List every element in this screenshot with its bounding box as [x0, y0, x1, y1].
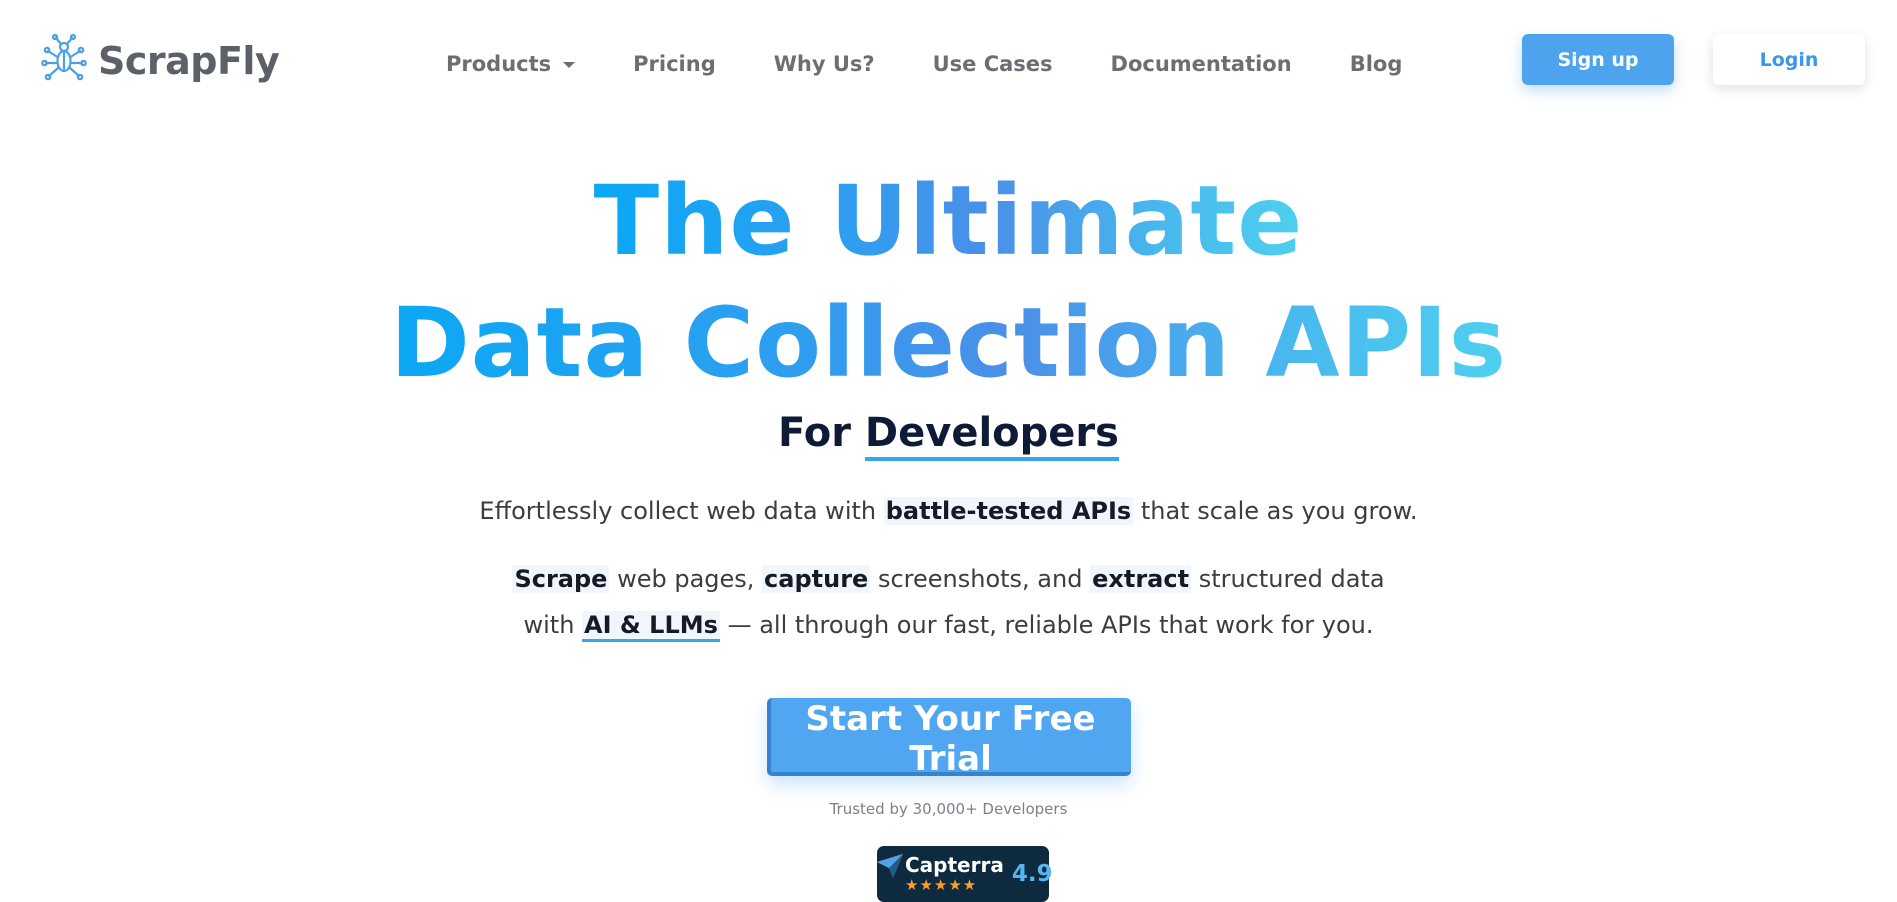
start-free-trial-button[interactable]: Start Your Free Trial — [766, 698, 1131, 779]
nav-item-label: Why Us? — [773, 52, 875, 76]
hero-headline: The Ultimate Data Collection APIs — [0, 160, 1897, 404]
hero-description-2: Scrape web pages, capture screenshots, a… — [0, 556, 1897, 648]
nav-item-label: Products — [446, 52, 552, 76]
desc2-capture: capture — [762, 565, 871, 593]
logo-link[interactable]: ScrapFly — [38, 33, 280, 89]
login-button[interactable]: Login — [1713, 34, 1865, 85]
capterra-score: 4.9 — [1011, 861, 1053, 887]
headline-line-1: The Ultimate — [594, 160, 1304, 282]
nav-item-label: Use Cases — [932, 52, 1053, 76]
headline-line-2: Data Collection APIs — [390, 282, 1507, 404]
scrapfly-bug-icon — [38, 33, 90, 89]
nav-item-products[interactable]: Products — [446, 52, 576, 76]
desc2-text-5: — all through our fast, reliable APIs th… — [719, 611, 1374, 639]
hero-subheading: For Developers — [0, 410, 1897, 461]
capterra-stars-icon: ★★★★★ — [905, 876, 978, 894]
capterra-label-group: Capterra ★★★★★ — [905, 854, 1004, 894]
desc2-text-4: with — [523, 611, 583, 639]
nav-item-blog[interactable]: Blog — [1350, 52, 1403, 76]
desc1-after: that scale as you grow. — [1133, 497, 1418, 525]
subhead-prefix: For — [778, 410, 851, 456]
capterra-arrow-icon — [875, 852, 905, 884]
nav-item-label: Pricing — [633, 52, 716, 76]
nav-item-documentation[interactable]: Documentation — [1111, 52, 1292, 76]
desc2-scrape: Scrape — [512, 565, 610, 593]
desc1-before: Effortlessly collect web data with — [479, 497, 884, 525]
nav-item-use-cases[interactable]: Use Cases — [933, 52, 1053, 76]
nav-item-why-us[interactable]: Why Us? — [774, 52, 875, 76]
desc2-text-2: screenshots, and — [870, 565, 1091, 593]
desc2-text-3: structured data — [1191, 565, 1385, 593]
nav-item-label: Blog — [1349, 52, 1403, 76]
signup-button[interactable]: Sign up — [1522, 34, 1674, 85]
caret-down-icon — [563, 62, 576, 68]
hero-description-1: Effortlessly collect web data with battl… — [0, 488, 1897, 534]
trusted-by-text: Trusted by 30,000+ Developers — [829, 800, 1068, 818]
subhead-highlight: Developers — [864, 410, 1119, 461]
header: ScrapFly Products Pricing Why Us? Use Ca… — [0, 0, 1897, 120]
desc1-bold: battle-tested APIs — [883, 497, 1134, 525]
main-nav: Products Pricing Why Us? Use Cases Docum… — [446, 44, 1402, 84]
capterra-rating-badge[interactable]: Capterra ★★★★★ 4.9 — [875, 846, 1053, 902]
nav-item-pricing[interactable]: Pricing — [633, 52, 716, 76]
hero-section: The Ultimate Data Collection APIs For De… — [0, 160, 1897, 818]
desc2-text-1: web pages, — [609, 565, 763, 593]
logo-text: ScrapFly — [98, 39, 280, 83]
desc2-ai-llms: AI & LLMs — [582, 611, 720, 642]
capterra-name: Capterra — [905, 853, 1004, 877]
desc2-extract: extract — [1090, 565, 1192, 593]
nav-item-label: Documentation — [1110, 52, 1292, 76]
